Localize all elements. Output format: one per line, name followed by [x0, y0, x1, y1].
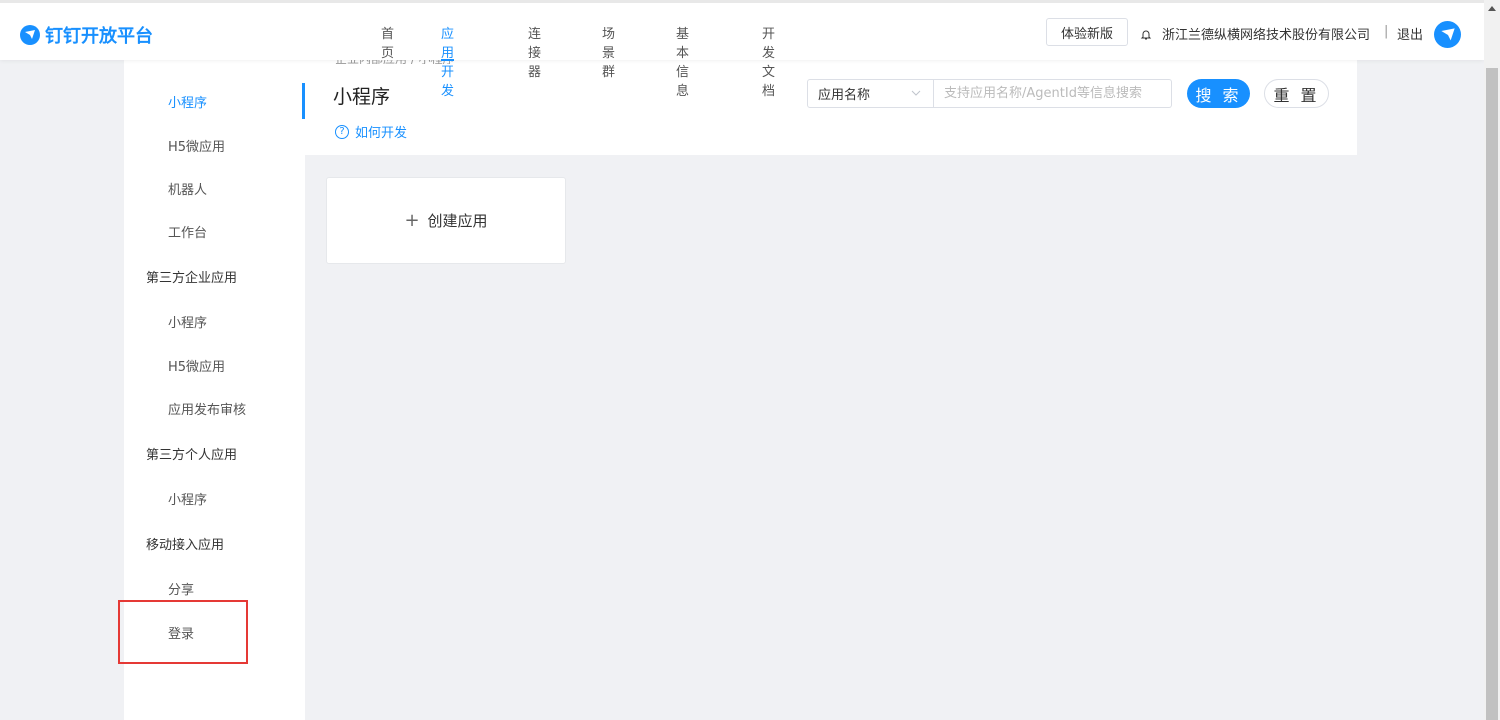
top-header: 钉钉开放平台 首页 应用开发 连接器 场景群 基本信息 开发文档 体验新版 浙江…	[0, 0, 1484, 99]
page-scrollbar[interactable]	[1484, 0, 1500, 720]
login-highlight-box	[118, 600, 248, 664]
help-circle-icon: ?	[335, 124, 349, 139]
try-new-version-button[interactable]: 体验新版	[1046, 18, 1128, 46]
page-title: 小程序	[333, 86, 391, 108]
dingtalk-logo-icon	[20, 25, 40, 45]
sidebar-item-internal-h5[interactable]: H5微应用	[124, 127, 305, 163]
main-content: + 创建应用	[305, 155, 1357, 720]
plus-icon: +	[404, 210, 420, 231]
nav-app-development[interactable]: 应用开发	[441, 23, 455, 99]
how-to-develop-label: 如何开发	[355, 126, 408, 141]
scroll-thumb[interactable]	[1486, 68, 1498, 720]
nav-scene-group[interactable]: 场景群	[602, 23, 615, 80]
sidebar-item-robot[interactable]: 机器人	[124, 170, 305, 206]
company-name[interactable]: 浙江兰德纵横网络技术股份有限公司	[1162, 24, 1370, 43]
left-gutter	[0, 0, 124, 720]
nav-basic-info[interactable]: 基本信息	[676, 23, 689, 99]
nav-home[interactable]: 首页	[381, 23, 394, 61]
scroll-up-arrow-icon[interactable]	[1488, 6, 1496, 11]
sidebar-item-workbench[interactable]: 工作台	[124, 213, 305, 249]
create-app-card[interactable]: + 创建应用	[326, 177, 566, 264]
sidebar-item-personal-mini-program[interactable]: 小程序	[124, 480, 305, 516]
search-field-select-value: 应用名称	[818, 88, 871, 103]
reset-button[interactable]: 重 置	[1264, 79, 1329, 108]
avatar[interactable]	[1434, 21, 1461, 48]
sidebar-group-mobile-access: 移动接入应用	[146, 537, 225, 553]
search-button[interactable]: 搜 索	[1187, 79, 1250, 108]
right-gutter	[1357, 0, 1484, 720]
main-header-panel: 企业内部应用 / 小程序 小程序 ? 如何开发 应用名称 搜 索 重 置	[305, 58, 1357, 155]
sidebar-item-tp-mini-program[interactable]: 小程序	[124, 303, 305, 339]
sidebar-group-third-party-enterprise: 第三方企业应用	[146, 270, 238, 286]
create-app-label: 创建应用	[427, 212, 488, 230]
logo[interactable]: 钉钉开放平台	[20, 22, 153, 48]
logout-link[interactable]: 退出	[1397, 24, 1423, 43]
search-field-select[interactable]: 应用名称	[807, 79, 934, 108]
bell-icon[interactable]	[1140, 26, 1152, 40]
nav-connector[interactable]: 连接器	[528, 23, 541, 80]
sidebar-item-internal-mini-program[interactable]: 小程序	[124, 83, 305, 119]
sidebar-group-third-party-personal: 第三方个人应用	[146, 447, 238, 463]
chevron-down-icon	[911, 88, 921, 101]
sidebar-item-tp-h5[interactable]: H5微应用	[124, 347, 305, 383]
how-to-develop-link[interactable]: ? 如何开发	[335, 122, 407, 141]
nav-dev-docs[interactable]: 开发文档	[762, 23, 775, 99]
search-input[interactable]	[934, 79, 1172, 108]
logo-text: 钉钉开放平台	[45, 26, 153, 47]
sidebar-item-publish-review[interactable]: 应用发布审核	[124, 390, 305, 426]
header-separator: |	[1384, 24, 1389, 39]
